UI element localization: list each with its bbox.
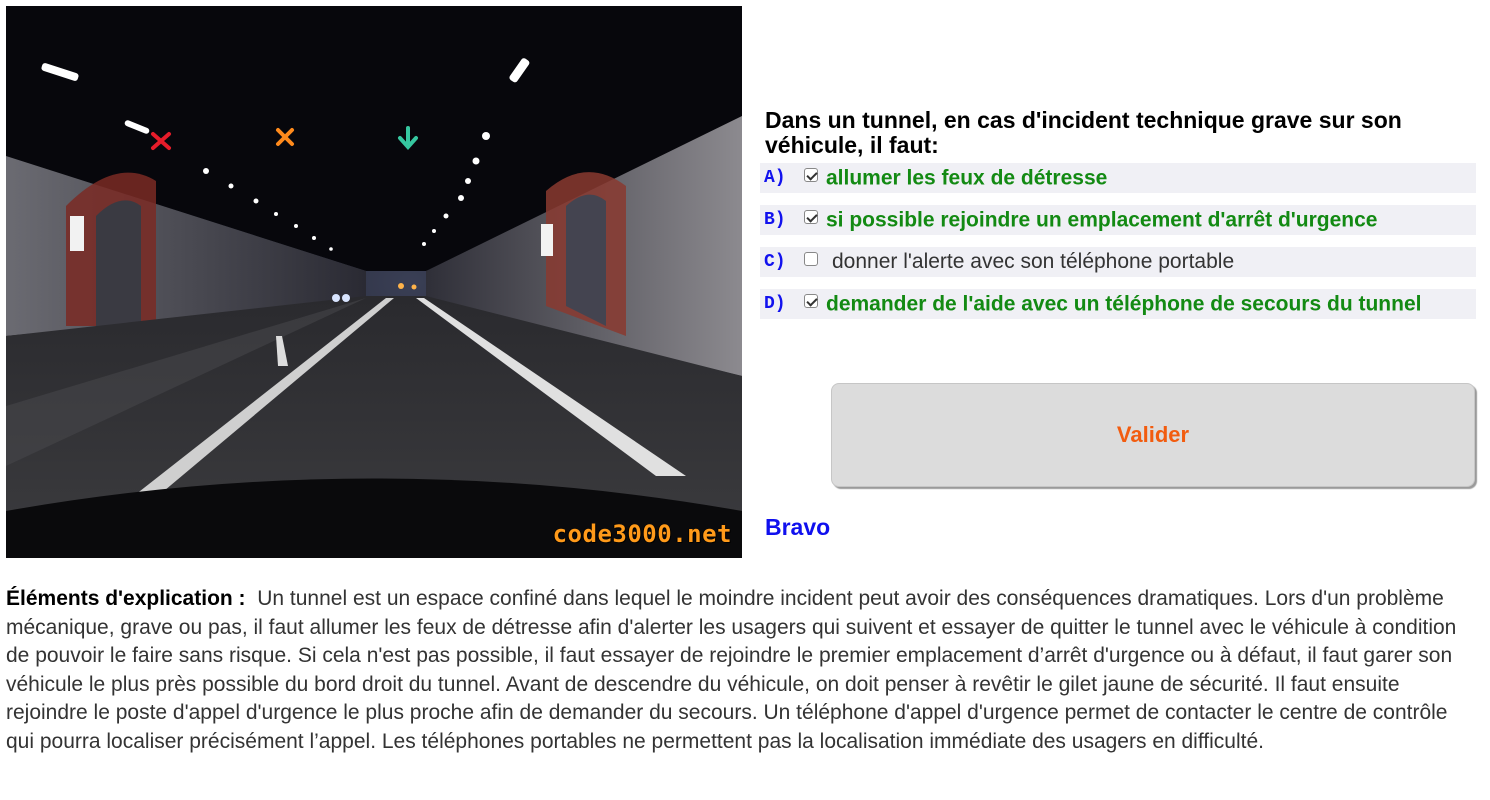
answer-d-checkbox[interactable] bbox=[804, 294, 818, 309]
answer-d[interactable]: D) demander de l'aide avec un téléphone d… bbox=[760, 289, 1476, 320]
tunnel-photo-icon bbox=[6, 6, 742, 558]
answer-letter: B) bbox=[764, 210, 786, 231]
answer-text: si possible rejoindre un emplacement d'a… bbox=[826, 208, 1378, 232]
answer-a-checkbox[interactable] bbox=[804, 168, 818, 183]
answer-c-checkbox[interactable] bbox=[804, 252, 818, 267]
explanation-paragraph: Éléments d'explication : Un tunnel est u… bbox=[6, 585, 1476, 756]
answer-text: allumer les feux de détresse bbox=[826, 166, 1108, 190]
answer-b-checkbox[interactable] bbox=[804, 210, 818, 225]
answer-text: demander de l'aide avec un téléphone de … bbox=[826, 292, 1422, 316]
watermark-text: code3000.net bbox=[552, 520, 732, 548]
validate-button[interactable]: Valider bbox=[831, 383, 1475, 487]
answer-text: donner l'alerte avec son téléphone porta… bbox=[832, 250, 1235, 274]
answer-c[interactable]: C) donner l'alerte avec son téléphone por… bbox=[760, 247, 1476, 278]
result-message: Bravo bbox=[765, 514, 831, 540]
question-photo: code3000.net bbox=[6, 6, 742, 558]
explanation-body: Un tunnel est un espace confiné dans leq… bbox=[6, 587, 1457, 753]
answer-b[interactable]: B) si possible rejoindre un emplacement d… bbox=[760, 205, 1476, 236]
answer-letter: D) bbox=[764, 294, 786, 315]
answer-a[interactable]: A) allumer les feux de détresse bbox=[760, 163, 1476, 194]
question-title: Dans un tunnel, en cas d'incident techni… bbox=[765, 107, 1402, 158]
explanation-lead: Éléments d'explication : bbox=[6, 587, 246, 610]
answer-letter: C) bbox=[764, 252, 786, 273]
answer-letter: A) bbox=[764, 168, 786, 189]
